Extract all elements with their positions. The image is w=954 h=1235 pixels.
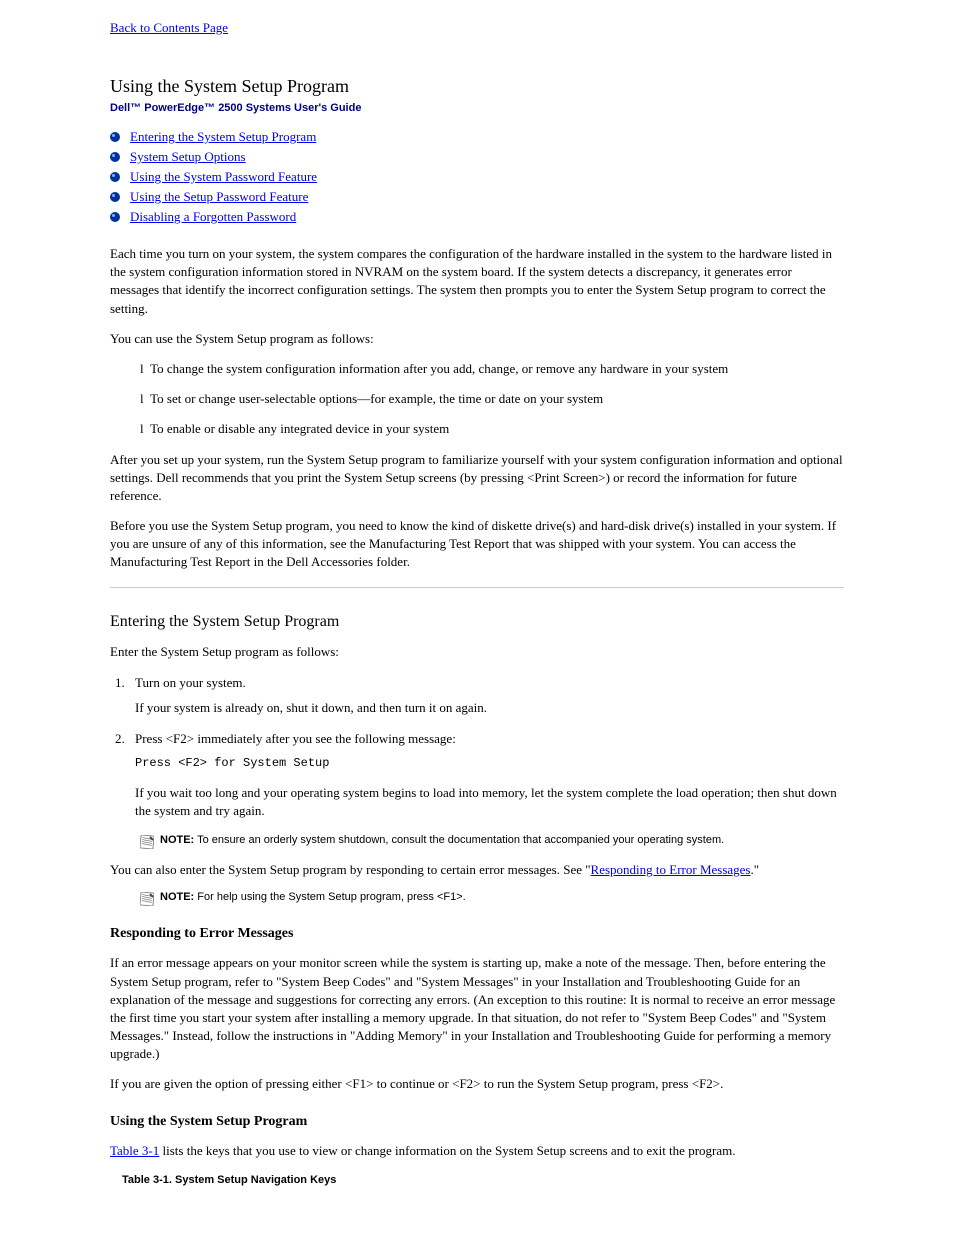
toc-link-setup-password[interactable]: Using the Setup Password Feature xyxy=(130,189,308,205)
step-1-detail: If your system is already on, shut it do… xyxy=(135,699,844,717)
responding-paragraph-1: If an error message appears on your moni… xyxy=(110,954,844,1063)
entering-steps: Turn on your system. If your system is a… xyxy=(110,675,844,820)
intro-item-2: To set or change user-selectable options… xyxy=(150,391,603,406)
intro-paragraph-4: Before you use the System Setup program,… xyxy=(110,517,844,572)
note-1-text: NOTE: NOTE: To ensure an orderly system … xyxy=(160,834,724,846)
entering-lead: Enter the System Setup program as follow… xyxy=(110,643,844,661)
bullet-icon xyxy=(110,172,120,182)
intro-paragraph-2: You can use the System Setup program as … xyxy=(110,330,844,348)
back-to-contents-link[interactable]: Back to Contents Page xyxy=(110,20,228,36)
toc-link-system-password[interactable]: Using the System Password Feature xyxy=(130,169,317,185)
bullet-icon xyxy=(110,152,120,162)
responding-heading: Responding to Error Messages xyxy=(110,926,844,942)
bullet-icon xyxy=(110,132,120,142)
intro-bullet-list: l To change the system configuration inf… xyxy=(140,360,844,439)
note-icon xyxy=(140,892,154,906)
responding-paragraph-2: If you are given the option of pressing … xyxy=(110,1075,844,1093)
intro-paragraph-1: Each time you turn on your system, the s… xyxy=(110,245,844,318)
section-entering-heading: Entering the System Setup Program xyxy=(110,613,844,631)
intro-item-3: To enable or disable any integrated devi… xyxy=(150,421,449,436)
section-divider xyxy=(110,587,844,588)
using-heading: Using the System Setup Program xyxy=(110,1114,844,1130)
toc-link-entering[interactable]: Entering the System Setup Program xyxy=(130,129,316,145)
note-icon xyxy=(140,835,154,849)
chapter-title: Using the System Setup Program xyxy=(110,76,844,97)
after-steps-paragraph: You can also enter the System Setup prog… xyxy=(110,861,844,879)
note-2-text: NOTE: NOTE: For help using the System Se… xyxy=(160,891,466,903)
step-2-detail: If you wait too long and your operating … xyxy=(135,784,844,820)
toc-link-disabling-password[interactable]: Disabling a Forgotten Password xyxy=(130,209,296,225)
intro-paragraph-3: After you set up your system, run the Sy… xyxy=(110,451,844,506)
bullet-icon xyxy=(110,212,120,222)
step-2-code: Press <F2> for System Setup xyxy=(135,755,844,772)
guide-subtitle: Dell™ PowerEdge™ 2500 Systems User's Gui… xyxy=(110,102,844,114)
responding-error-link[interactable]: Responding to Error Messages xyxy=(591,862,751,877)
using-paragraph-1: Table 3-1 lists the keys that you use to… xyxy=(110,1142,844,1160)
step-1-text: Turn on your system. xyxy=(135,675,246,690)
table-title: Table 3-Table 3-1. System Setup Navigati… xyxy=(122,1174,844,1186)
intro-item-1: To change the system configuration infor… xyxy=(150,361,728,376)
table-3-1-link[interactable]: Table 3-1 xyxy=(110,1143,159,1158)
step-2-text: Press <F2> immediately after you see the… xyxy=(135,731,456,746)
bullet-icon xyxy=(110,192,120,202)
note-1: NOTE: NOTE: To ensure an orderly system … xyxy=(140,834,844,849)
note-2: NOTE: NOTE: For help using the System Se… xyxy=(140,891,844,906)
table-of-contents: Entering the System Setup Program System… xyxy=(110,129,844,225)
toc-link-options[interactable]: System Setup Options xyxy=(130,149,246,165)
